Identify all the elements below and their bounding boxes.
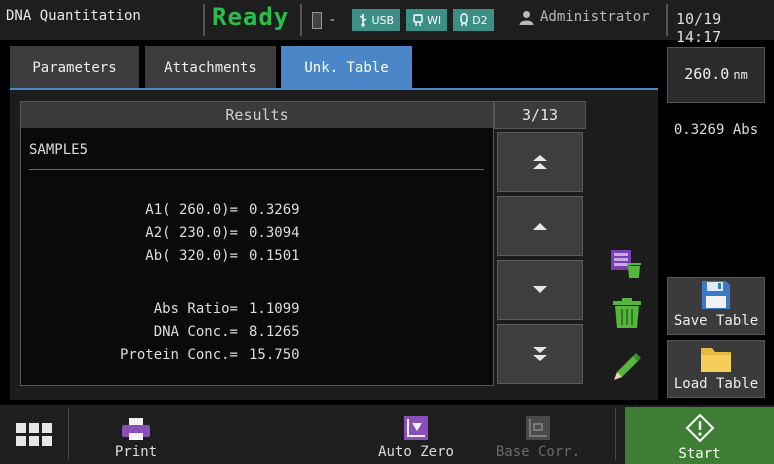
chevron-up-icon xyxy=(533,223,547,230)
auto-zero-label: Auto Zero xyxy=(378,444,454,460)
last-record-button[interactable] xyxy=(497,324,583,384)
save-table-label: Save Table xyxy=(673,313,759,329)
floppy-disk-icon xyxy=(702,281,730,309)
print-label: Print xyxy=(114,444,158,460)
edit-button[interactable] xyxy=(611,350,643,382)
lamp-icon xyxy=(413,14,423,26)
usb-badge: USB xyxy=(352,9,401,31)
tab-unk-table[interactable]: Unk. Table xyxy=(281,46,412,89)
user-name: Administrator xyxy=(540,9,650,25)
sample-name: SAMPLE5 xyxy=(29,142,89,158)
wavelength-value: 260.0 xyxy=(684,65,730,83)
print-button[interactable]: Print xyxy=(100,408,172,462)
wavelength-display[interactable]: 260.0 nm xyxy=(667,47,765,103)
protein-conc-label: Protein Conc.= xyxy=(119,347,238,363)
start-label: Start xyxy=(678,446,721,462)
double-chevron-down-icon xyxy=(533,347,547,361)
tab-parameters[interactable]: Parameters xyxy=(10,46,139,89)
absorbance-readout: 0.3269 Abs xyxy=(673,122,759,138)
abs-ratio-value: 1.1099 xyxy=(249,301,300,317)
a1-value: 0.3269 xyxy=(249,202,300,218)
divider xyxy=(300,4,302,36)
pencil-icon xyxy=(614,353,641,380)
auto-zero-icon xyxy=(404,416,428,440)
base-corr-button[interactable]: Base Corr. xyxy=(494,408,582,462)
usb-label: USB xyxy=(371,13,395,27)
a1-label: A1( 260.0)= xyxy=(145,202,238,218)
base-corr-label: Base Corr. xyxy=(495,444,581,460)
ab-label: Ab( 320.0)= xyxy=(145,248,238,264)
status-icons: - USB WI D2 xyxy=(312,9,494,31)
results-divider xyxy=(29,169,484,170)
next-record-button[interactable] xyxy=(497,260,583,320)
wi-badge: WI xyxy=(406,9,448,31)
baseline-correction-icon xyxy=(526,416,550,440)
delete-all-icon xyxy=(611,250,641,278)
a2-label: A2( 230.0)= xyxy=(145,225,238,241)
delete-button[interactable] xyxy=(612,297,642,329)
dna-conc-value: 8.1265 xyxy=(249,324,300,340)
auto-zero-button[interactable]: Auto Zero xyxy=(374,408,458,462)
protein-conc-value: 15.750 xyxy=(249,347,300,363)
save-table-button[interactable]: Save Table xyxy=(667,277,765,335)
first-record-button[interactable] xyxy=(497,132,583,192)
folder-icon xyxy=(701,348,731,372)
d2-label: D2 xyxy=(472,13,488,27)
main-menu-button[interactable] xyxy=(0,408,68,462)
divider xyxy=(203,4,205,36)
wavelength-unit: nm xyxy=(733,68,748,82)
load-table-label: Load Table xyxy=(673,376,759,392)
wi-label: WI xyxy=(427,13,442,27)
printer-icon xyxy=(122,418,150,440)
toolbar-divider xyxy=(68,408,69,460)
battery-text: - xyxy=(328,12,337,28)
toolbar-divider xyxy=(615,408,616,460)
tab-attachments[interactable]: Attachments xyxy=(145,46,276,89)
load-table-button[interactable]: Load Table xyxy=(667,340,765,398)
start-button[interactable]: Start xyxy=(625,407,774,464)
dna-conc-label: DNA Conc.= xyxy=(153,324,238,340)
user-indicator: Administrator xyxy=(519,9,650,25)
datetime: 10/19 14:17 xyxy=(676,10,722,46)
delete-all-button[interactable] xyxy=(609,247,643,279)
trash-icon xyxy=(613,298,641,328)
start-diamond-icon xyxy=(685,413,714,443)
record-counter: 3/13 xyxy=(494,101,586,129)
app-title: DNA Quantitation xyxy=(6,8,141,24)
a2-value: 0.3094 xyxy=(249,225,300,241)
chevron-down-icon xyxy=(533,286,547,293)
previous-record-button[interactable] xyxy=(497,196,583,256)
usb-icon xyxy=(360,14,367,27)
abs-ratio-label: Abs Ratio= xyxy=(153,301,238,317)
results-title: Results xyxy=(21,102,493,128)
battery-icon xyxy=(312,11,322,29)
results-box xyxy=(20,101,494,386)
d2-lamp-icon xyxy=(460,13,468,26)
grid-menu-icon xyxy=(16,423,52,446)
d2-badge: D2 xyxy=(453,9,494,31)
ab-value: 0.1501 xyxy=(249,248,300,264)
user-icon xyxy=(519,10,534,25)
status-text: Ready xyxy=(212,3,290,31)
double-chevron-up-icon xyxy=(533,155,547,169)
divider xyxy=(666,4,668,36)
